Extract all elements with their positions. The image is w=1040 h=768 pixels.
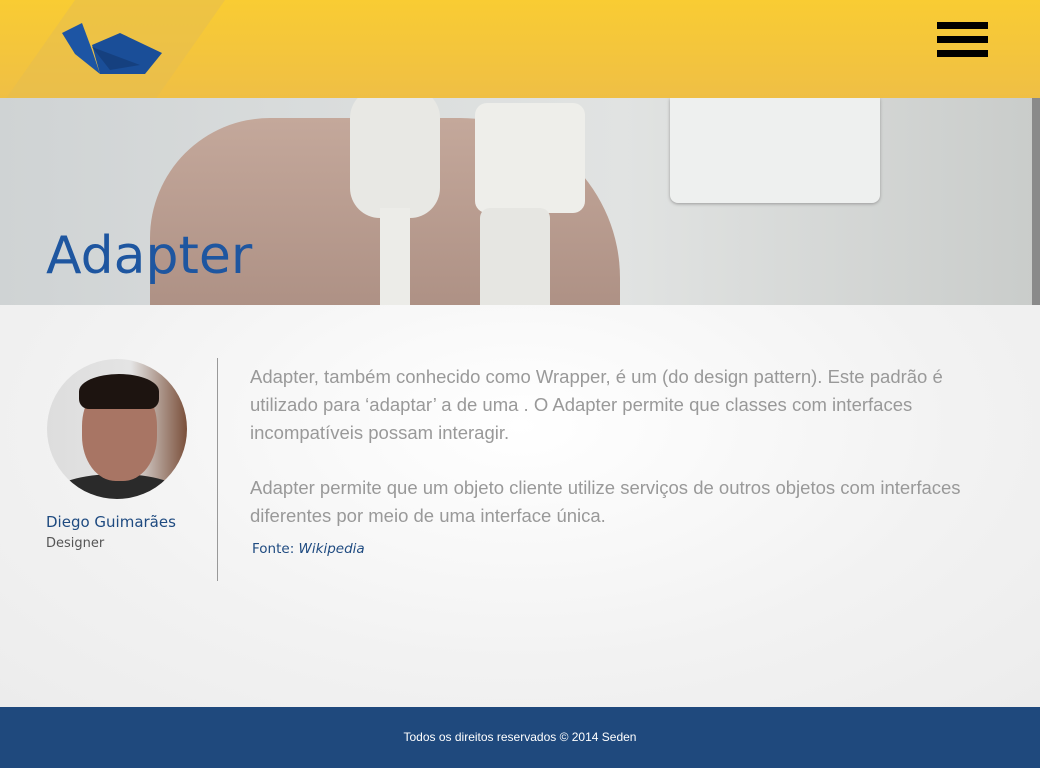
origami-bird-logo[interactable] <box>60 20 165 76</box>
divider <box>217 358 218 581</box>
copyright-text: Todos os direitos reservados © 2014 Sede… <box>403 730 637 744</box>
source-link[interactable]: Wikipedia <box>299 541 365 557</box>
adapter-image <box>475 103 585 213</box>
paragraph: Adapter, também conhecido como Wrapper, … <box>250 366 943 443</box>
header <box>0 0 1040 98</box>
hero-banner: Adapter <box>0 98 1040 305</box>
plug-image <box>350 98 440 218</box>
plug-image <box>480 208 550 305</box>
author-name: Diego Guimarães <box>46 513 176 531</box>
main-content: Diego Guimarães Designer Adapter, também… <box>0 305 1040 707</box>
source-label: Fonte: <box>252 541 295 557</box>
source: Fonte: Wikipedia <box>252 541 365 557</box>
hamburger-menu-button[interactable] <box>937 22 988 58</box>
paragraph: Adapter permite que um objeto cliente ut… <box>250 477 961 526</box>
cable-image <box>380 208 410 305</box>
scrollbar[interactable] <box>1032 98 1040 305</box>
wall-switch-image <box>670 98 880 203</box>
author-role: Designer <box>46 536 105 551</box>
footer: Todos os direitos reservados © 2014 Sede… <box>0 707 1040 768</box>
page-title: Adapter <box>46 226 253 286</box>
avatar <box>47 359 187 499</box>
article-text: Adapter, também conhecido como Wrapper, … <box>250 363 1010 557</box>
